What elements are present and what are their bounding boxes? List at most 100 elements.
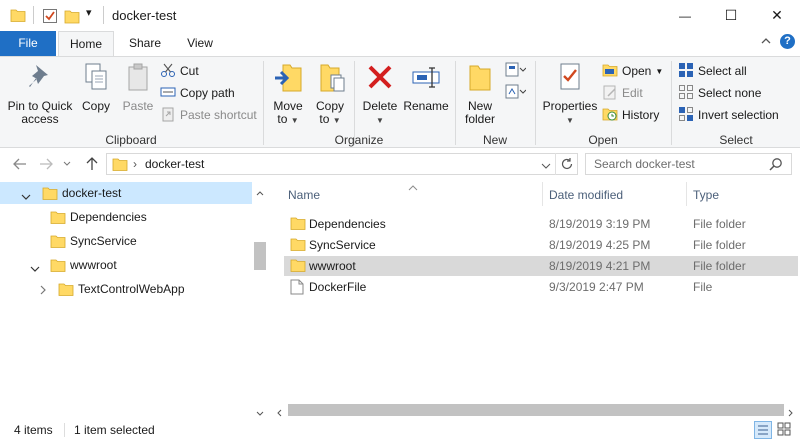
folder-icon (290, 258, 306, 275)
column-header-date-modified[interactable]: Date modified (549, 188, 623, 202)
forward-button[interactable] (36, 154, 56, 174)
nav-scroll-thumb[interactable] (254, 242, 266, 270)
file-date: 8/19/2019 3:19 PM (549, 217, 651, 231)
delete-label: Delete (362, 99, 398, 113)
cut-button[interactable]: Cut (160, 61, 199, 81)
minimize-button[interactable]: — (662, 0, 708, 31)
tab-share[interactable]: Share (120, 31, 170, 56)
search-input[interactable]: Search docker-test (585, 153, 792, 175)
column-header-type[interactable]: Type (693, 188, 719, 202)
tree-item-textcontrolwebapp[interactable]: TextControlWebApp (0, 278, 252, 300)
copy-path-label: Copy path (180, 86, 235, 100)
move-label-2: to (277, 112, 288, 126)
copy-to-button[interactable]: Copy to ▼ (312, 61, 348, 127)
select-all-label: Select all (698, 64, 747, 78)
column-separator[interactable] (542, 182, 543, 206)
open-icon (602, 62, 622, 81)
large-icons-view-icon (777, 422, 791, 436)
recent-locations-button[interactable] (60, 154, 74, 174)
ribbon-tabs: File Home Share View ? (0, 31, 800, 56)
select-all-icon (678, 62, 698, 81)
chevron-down-icon[interactable] (21, 190, 31, 204)
qa-dropdown-icon[interactable]: ▾ (86, 6, 92, 19)
tree-item-wwwroot[interactable]: wwwroot (0, 254, 252, 276)
address-dropdown-icon[interactable] (541, 159, 551, 173)
up-button[interactable] (82, 154, 102, 174)
move-to-button[interactable]: Move to ▼ (270, 61, 306, 127)
copy-path-icon (160, 84, 180, 103)
address-divider (555, 153, 556, 175)
column-header-name[interactable]: Name (288, 188, 320, 202)
address-box[interactable]: › docker-test (106, 153, 578, 175)
edit-button[interactable]: Edit (602, 83, 643, 103)
breadcrumb[interactable]: docker-test (145, 157, 204, 171)
folder-icon[interactable] (10, 8, 26, 25)
clipboard-group-label: Clipboard (105, 133, 157, 147)
pin-label-1: Pin to Quick (7, 99, 73, 113)
paste-button[interactable]: Paste (118, 61, 158, 113)
copy-to-label-1: Copy (315, 99, 344, 113)
edit-icon (602, 84, 622, 103)
search-icon[interactable] (769, 157, 783, 174)
open-button[interactable]: Open ▼ (602, 61, 663, 81)
back-button[interactable] (10, 154, 30, 174)
breadcrumb-separator-icon: › (133, 157, 137, 171)
file-row-dependencies[interactable]: Dependencies 8/19/2019 3:19 PM File fold… (284, 214, 798, 234)
refresh-icon[interactable] (560, 157, 574, 174)
organize-group-label: Organize (334, 133, 384, 147)
file-row-dockerfile[interactable]: DockerFile 9/3/2019 2:47 PM File (284, 277, 798, 297)
file-row-wwwroot[interactable]: wwwroot 8/19/2019 4:21 PM File folder (284, 256, 798, 276)
selection-count: 1 item selected (74, 423, 155, 437)
scroll-up-icon[interactable] (256, 185, 264, 199)
rename-icon (402, 61, 450, 96)
properties-check-icon[interactable] (42, 8, 58, 27)
paste-shortcut-icon (160, 106, 180, 125)
tab-home[interactable]: Home (58, 31, 114, 56)
invert-selection-button[interactable]: Invert selection (678, 105, 779, 125)
tab-view[interactable]: View (176, 31, 224, 56)
chevron-down-icon[interactable] (30, 262, 40, 276)
new-item-button[interactable] (504, 61, 527, 82)
tree-item-label: Dependencies (70, 210, 147, 224)
horizontal-scrollbar[interactable] (270, 402, 800, 418)
copy-to-label-2: to (319, 112, 330, 126)
history-button[interactable]: History (602, 105, 659, 125)
column-separator[interactable] (686, 182, 687, 206)
file-row-syncservice[interactable]: SyncService 8/19/2019 4:25 PM File folde… (284, 235, 798, 255)
tab-file[interactable]: File (0, 31, 56, 56)
delete-button[interactable]: Delete ▼ (360, 61, 400, 127)
title-separator (103, 6, 104, 24)
close-button[interactable]: ✕ (754, 0, 800, 31)
tree-item-docker-test[interactable]: docker-test (0, 182, 252, 204)
pin-to-quick-access-button[interactable]: Pin to Quick access (4, 61, 76, 126)
back-arrow-icon (13, 158, 26, 170)
large-icons-view-button[interactable] (776, 421, 794, 439)
horizontal-scroll-thumb[interactable] (288, 404, 784, 416)
new-folder-button[interactable]: New folder (460, 61, 500, 126)
new-folder-icon[interactable] (64, 8, 80, 27)
select-none-button[interactable]: Select none (678, 83, 761, 103)
chevron-right-icon[interactable] (40, 284, 47, 298)
copy-icon (78, 61, 114, 96)
collapse-ribbon-icon[interactable] (760, 35, 772, 50)
select-all-button[interactable]: Select all (678, 61, 747, 81)
copy-path-button[interactable]: Copy path (160, 83, 235, 103)
paste-label: Paste (122, 99, 154, 113)
organize-group: Move to ▼ Copy to ▼ Delete ▼ Rename Orga… (264, 57, 454, 149)
status-separator (64, 423, 65, 437)
maximize-button[interactable]: ☐ (708, 0, 754, 31)
properties-button[interactable]: Properties ▼ (542, 61, 598, 127)
tree-item-dependencies[interactable]: Dependencies (0, 206, 252, 228)
copy-to-icon (312, 61, 348, 96)
file-name: DockerFile (309, 280, 367, 294)
easy-access-button[interactable] (504, 83, 527, 104)
paste-shortcut-button[interactable]: Paste shortcut (160, 105, 257, 125)
help-icon[interactable]: ? (780, 34, 795, 49)
tree-item-syncservice[interactable]: SyncService (0, 230, 252, 252)
details-view-button[interactable] (754, 421, 772, 439)
navigation-pane: docker-test Dependencies SyncService www… (0, 180, 268, 418)
copy-button[interactable]: Copy (78, 61, 114, 113)
edit-label: Edit (622, 86, 643, 100)
nav-scrollbar[interactable] (252, 180, 268, 418)
rename-button[interactable]: Rename (402, 61, 450, 113)
